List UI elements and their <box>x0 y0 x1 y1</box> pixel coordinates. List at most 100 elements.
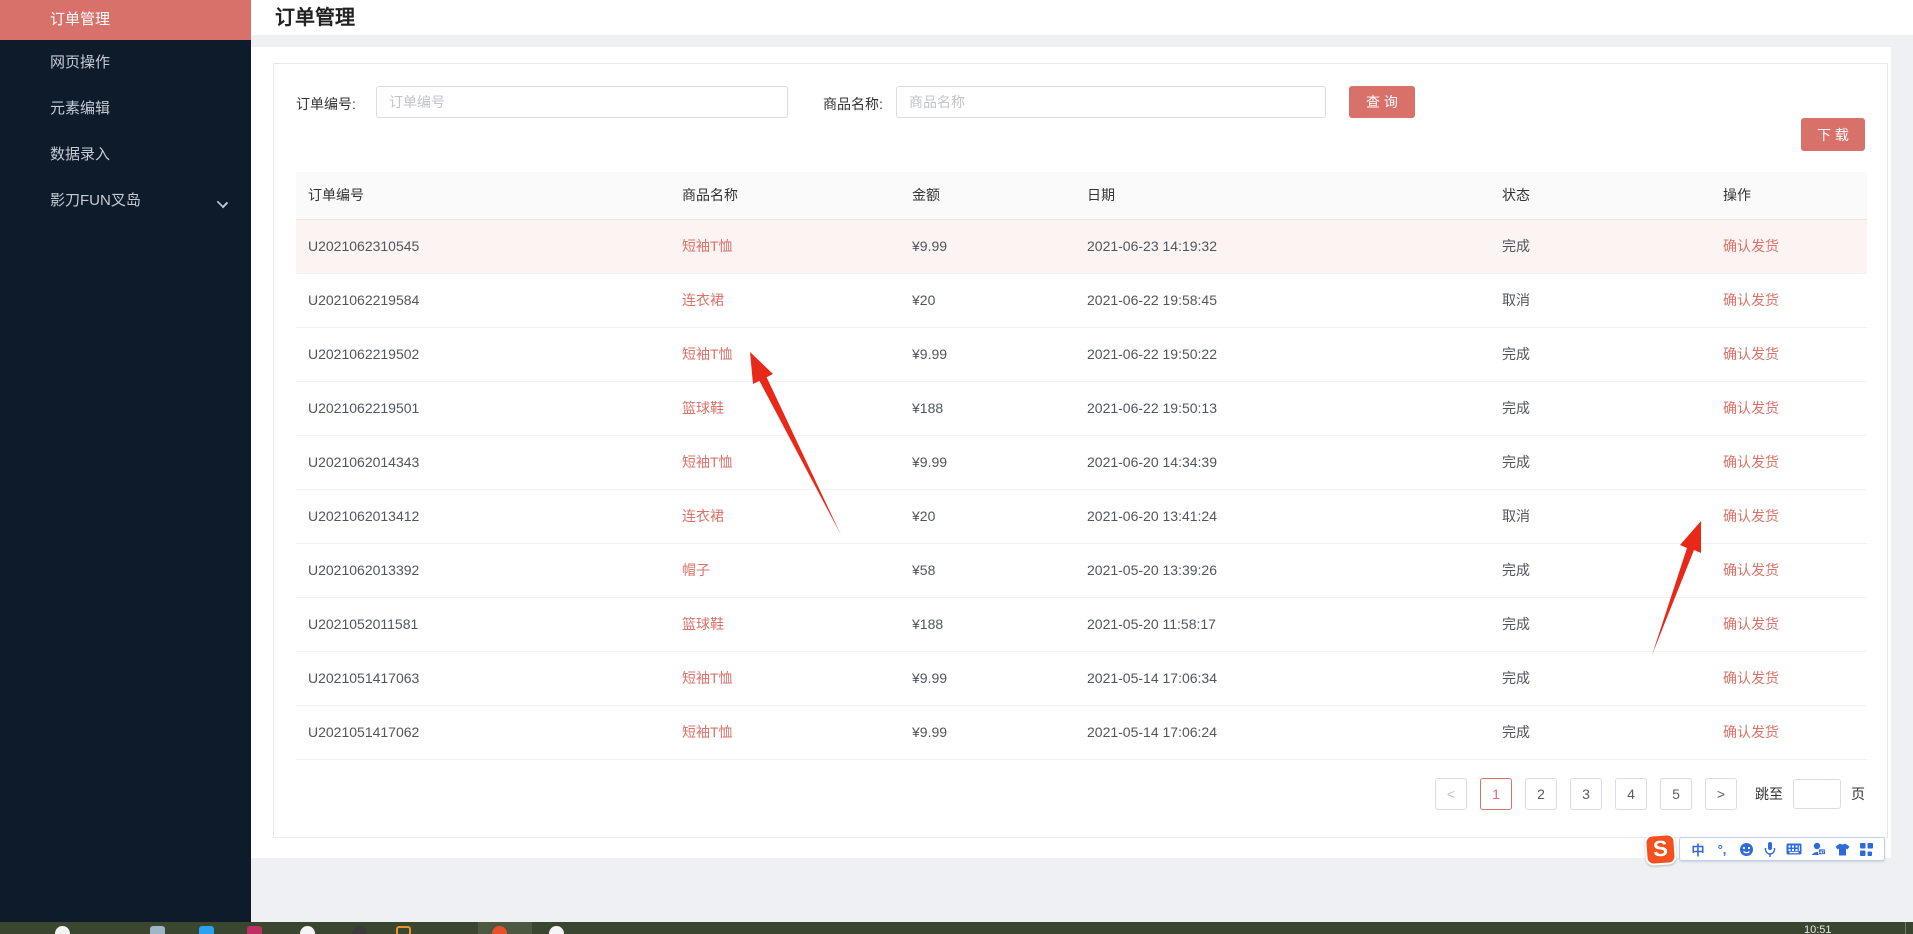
query-button[interactable]: 查 询 <box>1349 86 1415 118</box>
ime-keyboard-icon[interactable] <box>1784 840 1804 858</box>
order-id-cell: U2021051417063 <box>296 651 670 706</box>
prev-page-button[interactable]: < <box>1435 778 1467 810</box>
amount-cell: ¥9.99 <box>900 705 1075 760</box>
order-id-cell: U2021062310545 <box>296 219 670 274</box>
table-cell: 确认发货 <box>1711 381 1867 436</box>
ime-mic-icon[interactable] <box>1760 840 1780 858</box>
table-cell: 确认发货 <box>1711 597 1867 652</box>
confirm-ship-link[interactable]: 确认发货 <box>1723 400 1779 416</box>
ime-punctuation-icon[interactable]: °, <box>1712 840 1732 858</box>
product-link[interactable]: 连衣裙 <box>682 508 724 524</box>
taskbar-app-icon[interactable] <box>55 926 70 934</box>
product-link[interactable]: 短袖T恤 <box>682 346 733 362</box>
order-number-input[interactable] <box>376 86 788 118</box>
table-cell: 确认发货 <box>1711 543 1867 598</box>
taskbar-app-icon[interactable] <box>352 926 367 934</box>
product-link[interactable]: 篮球鞋 <box>682 400 724 416</box>
page-button-5[interactable]: 5 <box>1660 778 1692 810</box>
amount-cell: ¥58 <box>900 543 1075 598</box>
page-button-4[interactable]: 4 <box>1615 778 1647 810</box>
taskbar-app-icon[interactable] <box>396 926 411 934</box>
sidebar-item-element-edit[interactable]: 元素编辑 <box>0 86 251 132</box>
order-id-cell: U2021052011581 <box>296 597 670 652</box>
date-cell: 2021-05-20 11:58:17 <box>1075 597 1490 652</box>
confirm-ship-link[interactable]: 确认发货 <box>1723 454 1779 470</box>
product-name-label: 商品名称: <box>823 96 883 112</box>
sidebar-item-web-operation[interactable]: 网页操作 <box>0 40 251 86</box>
table-row: U2021062219501 篮球鞋 ¥188 2021-06-22 19:50:13… <box>296 381 1867 436</box>
table-cell: 篮球鞋 <box>670 381 900 436</box>
show-desktop-button[interactable] <box>1905 922 1906 934</box>
ime-account-icon[interactable]: 47 <box>1808 840 1828 858</box>
sidebar-item-yingdao-fun[interactable]: 影刀FUN叉岛 <box>0 178 251 224</box>
table-cell: 连衣裙 <box>670 489 900 544</box>
sidebar-item-data-entry[interactable]: 数据录入 <box>0 132 251 178</box>
product-link[interactable]: 篮球鞋 <box>682 616 724 632</box>
table-cell: 短袖T恤 <box>670 651 900 706</box>
taskbar-app-icon[interactable] <box>150 926 165 934</box>
taskbar-app-icon[interactable] <box>549 926 564 934</box>
confirm-ship-link[interactable]: 确认发货 <box>1723 508 1779 524</box>
scrollbar-gutter[interactable] <box>1891 47 1913 922</box>
screen: 订单管理 网页操作 元素编辑 数据录入 影刀FUN叉岛 订单管理 订单编号: 商… <box>0 0 1913 934</box>
date-cell: 2021-06-22 19:50:13 <box>1075 381 1490 436</box>
page-button-2[interactable]: 2 <box>1525 778 1557 810</box>
sidebar-item-order-management[interactable]: 订单管理 <box>0 0 251 40</box>
product-link[interactable]: 连衣裙 <box>682 292 724 308</box>
order-id-cell: U2021051417062 <box>296 705 670 760</box>
status-cell: 完成 <box>1490 219 1711 274</box>
confirm-ship-link[interactable]: 确认发货 <box>1723 292 1779 308</box>
table-row: U2021051417063 短袖T恤 ¥9.99 2021-05-14 17:06:… <box>296 651 1867 706</box>
taskbar-app-icon[interactable] <box>247 926 262 934</box>
table-cell: 确认发货 <box>1711 435 1867 490</box>
order-id-cell: U2021062014343 <box>296 435 670 490</box>
ime-chinese-mode-icon[interactable]: 中 <box>1688 840 1708 858</box>
product-name-input[interactable] <box>896 86 1326 118</box>
page-button-1[interactable]: 1 <box>1480 778 1512 810</box>
taskbar-app-icon[interactable] <box>199 926 214 934</box>
sogou-logo-icon[interactable]: S <box>1643 832 1678 866</box>
table-cell: 确认发货 <box>1711 327 1867 382</box>
order-panel: 订单编号: 商品名称: 查 询 下 载 订单编号 商品名称 金额 日期 状态 操… <box>273 63 1888 838</box>
table-cell: 短袖T恤 <box>670 435 900 490</box>
status-cell: 完成 <box>1490 381 1711 436</box>
product-link[interactable]: 短袖T恤 <box>682 670 733 686</box>
confirm-ship-link[interactable]: 确认发货 <box>1723 238 1779 254</box>
table-cell: 短袖T恤 <box>670 219 900 274</box>
taskbar-app-icon[interactable] <box>300 926 315 934</box>
confirm-ship-link[interactable]: 确认发货 <box>1723 724 1779 740</box>
table-header-row: 订单编号 商品名称 金额 日期 状态 操作 <box>296 172 1867 220</box>
svg-text:47: 47 <box>1819 849 1825 854</box>
ime-menu-icon[interactable] <box>1856 840 1876 858</box>
status-cell: 完成 <box>1490 597 1711 652</box>
confirm-ship-link[interactable]: 确认发货 <box>1723 346 1779 362</box>
next-page-button[interactable]: > <box>1705 778 1737 810</box>
table-cell: 确认发货 <box>1711 219 1867 274</box>
table-cell: 连衣裙 <box>670 273 900 328</box>
taskbar: 10:51 <box>0 922 1913 934</box>
confirm-ship-link[interactable]: 确认发货 <box>1723 616 1779 632</box>
status-cell: 完成 <box>1490 651 1711 706</box>
confirm-ship-link[interactable]: 确认发货 <box>1723 670 1779 686</box>
date-cell: 2021-06-22 19:58:45 <box>1075 273 1490 328</box>
amount-cell: ¥188 <box>900 381 1075 436</box>
product-link[interactable]: 短袖T恤 <box>682 238 733 254</box>
ime-skin-icon[interactable] <box>1832 840 1852 858</box>
download-button[interactable]: 下 载 <box>1801 118 1865 151</box>
table-cell: 帽子 <box>670 543 900 598</box>
jump-page-input[interactable] <box>1793 779 1841 809</box>
ime-emoji-icon[interactable] <box>1736 840 1756 858</box>
confirm-ship-link[interactable]: 确认发货 <box>1723 562 1779 578</box>
taskbar-app-icon[interactable] <box>492 926 507 934</box>
order-id-cell: U2021062219584 <box>296 273 670 328</box>
page-button-3[interactable]: 3 <box>1570 778 1602 810</box>
amount-cell: ¥9.99 <box>900 327 1075 382</box>
amount-cell: ¥9.99 <box>900 651 1075 706</box>
sidebar-item-label: 影刀FUN叉岛 <box>50 192 141 209</box>
product-link[interactable]: 短袖T恤 <box>682 724 733 740</box>
product-link[interactable]: 短袖T恤 <box>682 454 733 470</box>
product-link[interactable]: 帽子 <box>682 562 710 578</box>
order-id-cell: U2021062219502 <box>296 327 670 382</box>
table-row: U2021062310545 短袖T恤 ¥9.99 2021-06-23 14:19:… <box>296 219 1867 274</box>
table-row: U2021051417062 短袖T恤 ¥9.99 2021-05-14 17:06:… <box>296 705 1867 760</box>
